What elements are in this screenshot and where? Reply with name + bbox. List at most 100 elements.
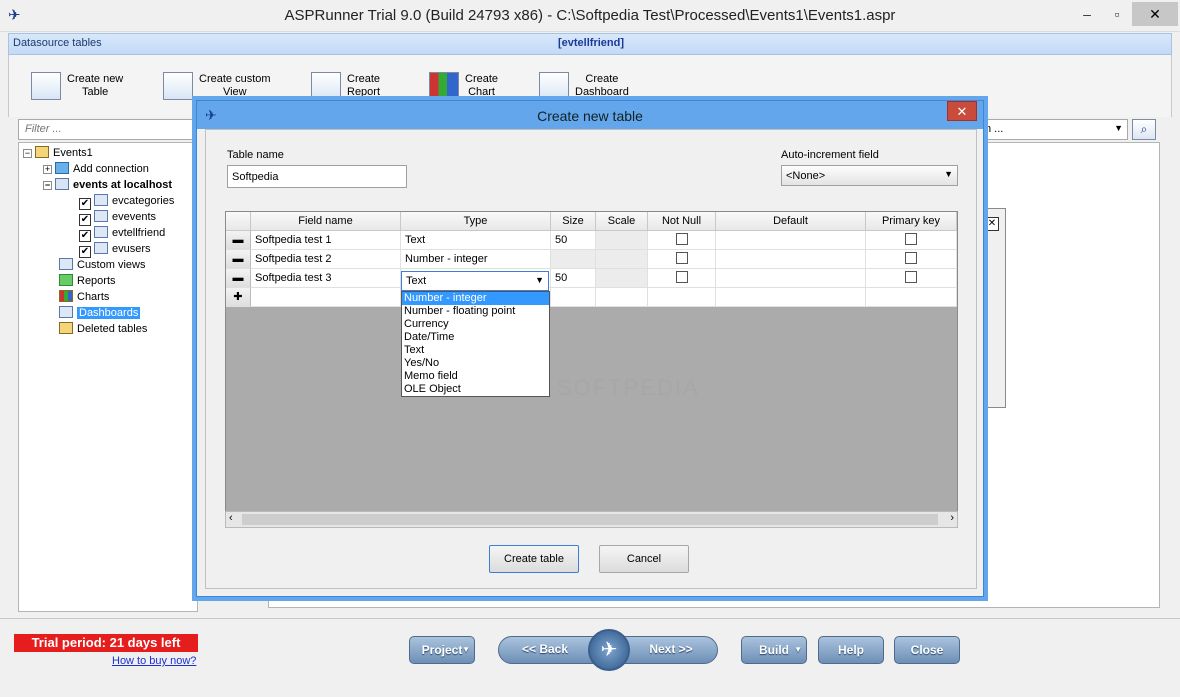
datasource-tree: − Events1 + Add connection − events at loca… — [18, 142, 198, 612]
primary-key-cell[interactable] — [866, 250, 957, 269]
tree-connection[interactable]: − events at localhost — [43, 177, 172, 193]
type-option[interactable]: Date/Time — [402, 331, 549, 344]
default-cell[interactable] — [716, 250, 866, 269]
new-row[interactable]: ✚ — [226, 288, 957, 307]
tree-table-item[interactable]: ✔ evusers — [79, 241, 151, 258]
primary-key-checkbox[interactable] — [905, 252, 917, 264]
tree-add-connection[interactable]: + Add connection — [43, 161, 149, 177]
run-icon[interactable]: ✈ — [588, 629, 630, 671]
type-select[interactable]: Text ▼ — [401, 271, 549, 291]
chevron-down-icon: ▼ — [944, 169, 953, 179]
table-row[interactable]: ▬ Softpedia test 3 50 — [226, 269, 957, 288]
row-header-corner — [226, 212, 251, 231]
size-cell[interactable]: 50 — [551, 231, 596, 250]
cancel-button[interactable]: Cancel — [599, 545, 689, 573]
filter-input[interactable]: Filter ... — [18, 119, 198, 140]
tree-dashboards[interactable]: Dashboards — [59, 305, 141, 321]
size-cell[interactable] — [551, 288, 596, 307]
project-button[interactable]: Project ▼ — [409, 636, 475, 664]
not-null-cell[interactable] — [648, 231, 716, 250]
remove-row-icon[interactable]: ▬ — [226, 250, 251, 269]
type-option[interactable]: Yes/No — [402, 357, 549, 370]
binoculars-icon[interactable]: ⌕ — [1132, 119, 1156, 140]
table-row[interactable]: ▬ Softpedia test 1 Text 50 — [226, 231, 957, 250]
type-select-value: Text — [406, 275, 427, 287]
primary-key-cell[interactable] — [866, 231, 957, 250]
collapse-icon[interactable]: − — [23, 149, 32, 158]
collapse-icon[interactable]: − — [43, 181, 52, 190]
tree-table-item[interactable]: ✔ evtellfriend — [79, 225, 166, 242]
scroll-left-icon[interactable]: ‹ — [229, 512, 233, 524]
scroll-right-icon[interactable]: › — [950, 512, 954, 524]
not-null-checkbox[interactable] — [675, 233, 688, 245]
field-name-cell[interactable]: Softpedia test 1 — [251, 231, 401, 250]
tree-deleted-tables[interactable]: Deleted tables — [59, 321, 147, 337]
not-null-checkbox[interactable] — [675, 271, 688, 283]
help-button[interactable]: Help — [818, 636, 884, 664]
build-button[interactable]: Build ▼ — [741, 636, 807, 664]
not-null-checkbox[interactable] — [675, 252, 688, 264]
not-null-cell[interactable] — [648, 250, 716, 269]
page-select[interactable]: n ... ▼ — [980, 119, 1128, 140]
field-name-cell[interactable] — [251, 288, 401, 307]
table-row[interactable]: ▬ Softpedia test 2 Number - integer — [226, 250, 957, 269]
remove-row-icon[interactable]: ▬ — [226, 231, 251, 250]
auto-increment-select[interactable]: <None> ▼ — [781, 165, 958, 186]
datasource-tables-label: Datasource tables — [13, 37, 102, 49]
scrollbar-thumb[interactable] — [242, 514, 938, 525]
close-button[interactable]: Close — [894, 636, 960, 664]
create-table-button[interactable]: Create table — [489, 545, 579, 573]
add-row-icon[interactable]: ✚ — [226, 288, 251, 307]
next-button[interactable]: Next >> — [636, 636, 706, 664]
not-null-cell[interactable] — [648, 269, 716, 288]
tree-charts[interactable]: Charts — [59, 289, 109, 305]
not-null-cell[interactable] — [648, 288, 716, 307]
type-option[interactable]: Currency — [402, 318, 549, 331]
horizontal-scrollbar[interactable]: ‹ › — [225, 511, 958, 528]
primary-key-checkbox[interactable] — [905, 271, 917, 283]
maximize-button[interactable]: ▫ — [1102, 2, 1132, 26]
type-option[interactable]: OLE Object — [402, 383, 549, 396]
tree-root-label: Events1 — [53, 147, 93, 159]
report-icon — [311, 72, 341, 100]
tree-reports[interactable]: Reports — [59, 273, 116, 289]
back-button[interactable]: << Back — [510, 636, 580, 664]
minimize-button[interactable]: ‒ — [1072, 2, 1102, 26]
type-option[interactable]: Number - integer — [402, 292, 549, 305]
primary-key-cell[interactable] — [866, 288, 957, 307]
field-name-cell[interactable]: Softpedia test 3 — [251, 269, 401, 288]
type-option[interactable]: Memo field — [402, 370, 549, 383]
type-cell[interactable]: Number - integer — [401, 250, 551, 269]
dialog-close-button[interactable]: ✕ — [947, 101, 977, 121]
type-option[interactable]: Text — [402, 344, 549, 357]
close-icon: ✕ — [985, 217, 999, 231]
datasource-bar: [evtellfriend] Datasource tables — [8, 33, 1172, 55]
tree-root[interactable]: − Events1 — [23, 145, 93, 161]
table-icon — [94, 194, 108, 206]
primary-key-cell[interactable] — [866, 269, 957, 288]
primary-key-checkbox[interactable] — [905, 233, 917, 245]
type-option[interactable]: Number - floating point — [402, 305, 549, 318]
column-header-field-name: Field name — [251, 212, 401, 231]
tree-table-item[interactable]: ✔ evcategories — [79, 193, 174, 210]
table-icon — [94, 242, 108, 254]
tree-table-label: evtellfriend — [112, 227, 166, 239]
window-close-button[interactable]: ✕ — [1132, 2, 1178, 26]
default-cell[interactable] — [716, 231, 866, 250]
size-cell[interactable]: 50 — [551, 269, 596, 288]
dialog-title-bar: ✈ Create new table ✕ — [197, 101, 983, 129]
default-cell[interactable] — [716, 288, 866, 307]
tree-table-item[interactable]: ✔ evevents — [79, 209, 156, 226]
how-to-buy-link[interactable]: How to buy now? — [112, 655, 196, 667]
scale-cell[interactable] — [596, 288, 648, 307]
remove-row-icon[interactable]: ▬ — [226, 269, 251, 288]
create-new-table-button[interactable]: Create new Table — [31, 63, 123, 109]
type-cell[interactable]: Text — [401, 231, 551, 250]
field-name-cell[interactable]: Softpedia test 2 — [251, 250, 401, 269]
build-button-label: Build — [759, 643, 789, 657]
default-cell[interactable] — [716, 269, 866, 288]
table-name-input[interactable]: Softpedia — [227, 165, 407, 188]
expand-icon[interactable]: + — [43, 165, 52, 174]
tree-custom-views[interactable]: Custom views — [59, 257, 145, 273]
report-icon — [59, 274, 73, 286]
